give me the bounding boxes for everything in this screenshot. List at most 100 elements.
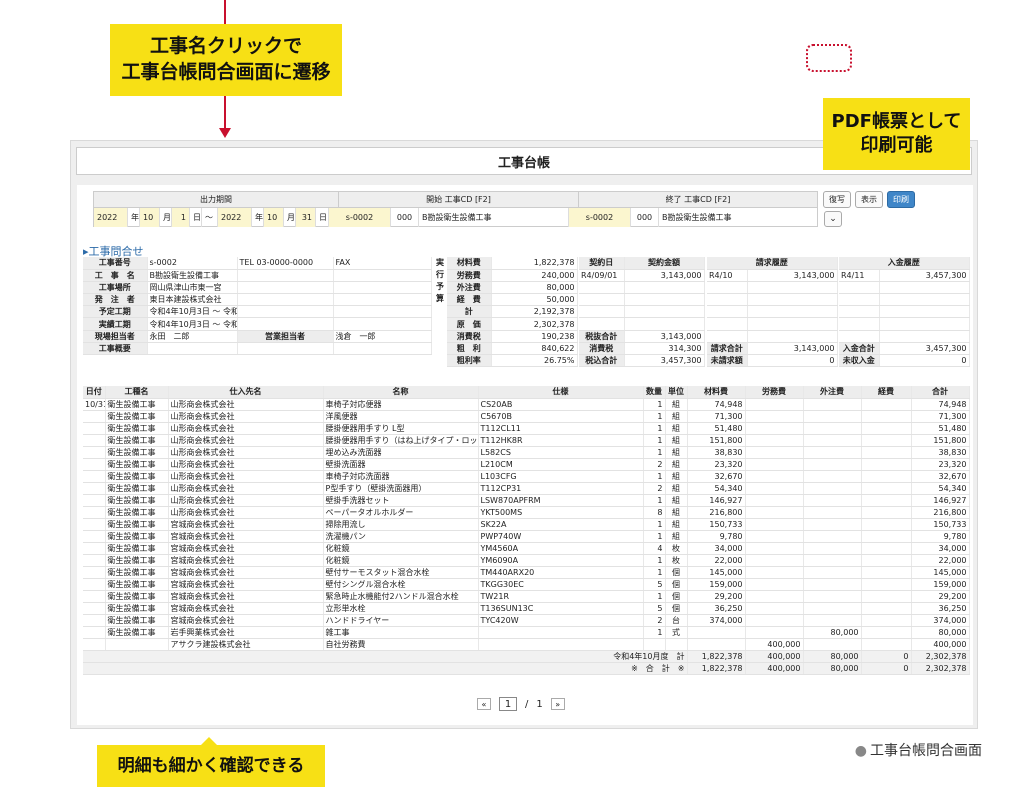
info-row: 現場担当者 永田 二郎 営業担当者 浅倉 一郎: [83, 330, 432, 343]
tax-label: 消費税: [579, 342, 625, 356]
from-month-input[interactable]: 10: [140, 208, 160, 227]
info-extra2: [333, 342, 432, 356]
budget-label: 経 費: [447, 293, 492, 307]
detail-cell: [861, 542, 912, 555]
table-row: 10/31衛生設備工事山形商会株式会社車椅子対応便器CS20AB1組74,948…: [83, 398, 970, 411]
page-number-input[interactable]: 1: [499, 697, 517, 711]
detail-cell: [83, 554, 106, 567]
last-page-button[interactable]: »: [550, 698, 565, 710]
detail-header-cell: 外注費: [803, 386, 862, 399]
end-branch: 000: [631, 208, 659, 227]
detail-cell: [83, 638, 106, 651]
detail-cell: [803, 410, 862, 423]
detail-cell: 自社労務費: [323, 638, 479, 651]
detail-cell: [745, 422, 804, 435]
budget-row: 経 費 50,000: [447, 293, 578, 307]
from-year-input[interactable]: 2022: [94, 208, 128, 227]
budget-label: 原 価: [447, 317, 492, 331]
info-row: 工事概要: [83, 342, 432, 356]
detail-cell: [803, 518, 862, 531]
summary-material: 1,822,378: [687, 650, 746, 663]
end-code-input[interactable]: s-0002: [569, 208, 631, 227]
detail-cell: [745, 626, 804, 639]
detail-cell: [745, 470, 804, 483]
detail-cell: TKGG30EC: [478, 578, 644, 591]
chevron-down-icon[interactable]: ⌄: [824, 211, 842, 227]
budget-label: 消費税: [447, 330, 492, 343]
print-button[interactable]: 印刷: [887, 191, 915, 208]
table-row: 衛生設備工事 山形商会株式会社 埋め込み洗面器 L582CS 1 組 38,830 38,83…: [83, 446, 970, 459]
detail-cell: 151,800: [911, 434, 970, 447]
summary-row: 令和4年10月度 計 1,822,378 400,000 80,000 0 2,302,3…: [83, 650, 970, 663]
detail-cell: 山形商会株式会社: [168, 410, 324, 423]
info-extra2: [333, 305, 432, 319]
restore-button[interactable]: 復写: [823, 191, 851, 208]
detail-cell: 衛生設備工事: [105, 434, 169, 447]
billing-total: 3,143,000: [747, 342, 838, 356]
detail-cell: 374,000: [687, 614, 746, 627]
start-code-input[interactable]: s-0002: [329, 208, 391, 227]
detail-cell: 埋め込み洗面器: [323, 446, 479, 459]
budget-row: 粗 利 840,622: [447, 342, 578, 356]
detail-cell: T112HK8R: [478, 434, 644, 447]
detail-cell: [478, 626, 644, 639]
detail-cell: LSW870APFRM: [478, 494, 644, 507]
detail-table: 日付工種名仕入先名名称仕様数量単位材料費労務費外注費経費合計10/31衛生設備工…: [83, 386, 970, 675]
detail-cell: 22,000: [687, 554, 746, 567]
detail-cell: 衛生設備工事: [105, 590, 169, 603]
detail-cell: [861, 398, 912, 411]
page-total: 1: [536, 698, 543, 710]
detail-cell: 1: [643, 530, 666, 543]
detail-cell: 74,948: [911, 398, 970, 411]
table-row: 衛生設備工事 宮城商会株式会社 緊急時止水機能付2ハンドル混合水栓 TW21R 1 個 29…: [83, 590, 970, 603]
detail-cell: 159,000: [687, 578, 746, 591]
detail-cell: [745, 410, 804, 423]
info-label: 工 事 名: [83, 269, 148, 282]
to-month-input[interactable]: 10: [264, 208, 284, 227]
detail-cell: [83, 494, 106, 507]
detail-cell: 29,200: [687, 590, 746, 603]
detail-cell: 10/31: [83, 398, 106, 411]
table-row: 衛生設備工事 宮城商会株式会社 洗濯機パン PWP740W 1 組 9,780 9,780: [83, 530, 970, 543]
detail-cell: 151,800: [687, 434, 746, 447]
detail-cell: [803, 614, 862, 627]
detail-cell: [83, 410, 106, 423]
detail-cell: 衛生設備工事: [105, 518, 169, 531]
detail-cell: 衛生設備工事: [105, 614, 169, 627]
billing-date: R4/10: [707, 269, 748, 282]
detail-cell: [745, 506, 804, 519]
detail-cell: 組: [665, 482, 688, 495]
info-extra2: [333, 281, 432, 295]
summary-total: 2,302,378: [911, 662, 970, 675]
tax-excl-total-label: 税抜合計: [579, 330, 625, 343]
detail-cell: 1: [643, 470, 666, 483]
budget-value: 2,302,378: [491, 317, 578, 331]
detail-cell: [803, 422, 862, 435]
payment-history-table: 入金履歴 R4/11 3,457,300 入金合計 3,457,300 未収入金 0: [839, 257, 970, 368]
table-row: 衛生設備工事 宮城商会株式会社 化粧鏡 YM4560A 4 枚 34,000 34,000: [83, 542, 970, 555]
detail-cell: 1: [643, 434, 666, 447]
detail-cell: [745, 614, 804, 627]
budget-value: 190,238: [491, 330, 578, 343]
info-value: 令和4年10月3日 ～ 令和4年10月7日: [147, 317, 238, 331]
detail-cell: [478, 638, 644, 651]
to-year-input[interactable]: 2022: [218, 208, 252, 227]
info-extra1: [237, 293, 334, 307]
from-day-input[interactable]: 1: [172, 208, 190, 227]
summary-expense: 0: [861, 662, 912, 675]
detail-cell: [803, 434, 862, 447]
detail-cell: [861, 434, 912, 447]
start-branch: 000: [391, 208, 419, 227]
to-day-input[interactable]: 31: [296, 208, 316, 227]
contract-amount: 3,143,000: [624, 269, 705, 282]
payment-date: R4/11: [839, 269, 880, 282]
detail-cell: T112CL11: [478, 422, 644, 435]
detail-cell: 壁掛手洗器セット: [323, 494, 479, 507]
detail-cell: 34,000: [687, 542, 746, 555]
detail-cell: 山形商会株式会社: [168, 422, 324, 435]
info-extra2: [333, 293, 432, 307]
detail-cell: 組: [665, 506, 688, 519]
billing-history-table: 請求履歴 R4/10 3,143,000 請求合計 3,143,000 未請求額 0: [707, 257, 838, 368]
display-button[interactable]: 表示: [855, 191, 883, 208]
first-page-button[interactable]: «: [477, 698, 491, 710]
